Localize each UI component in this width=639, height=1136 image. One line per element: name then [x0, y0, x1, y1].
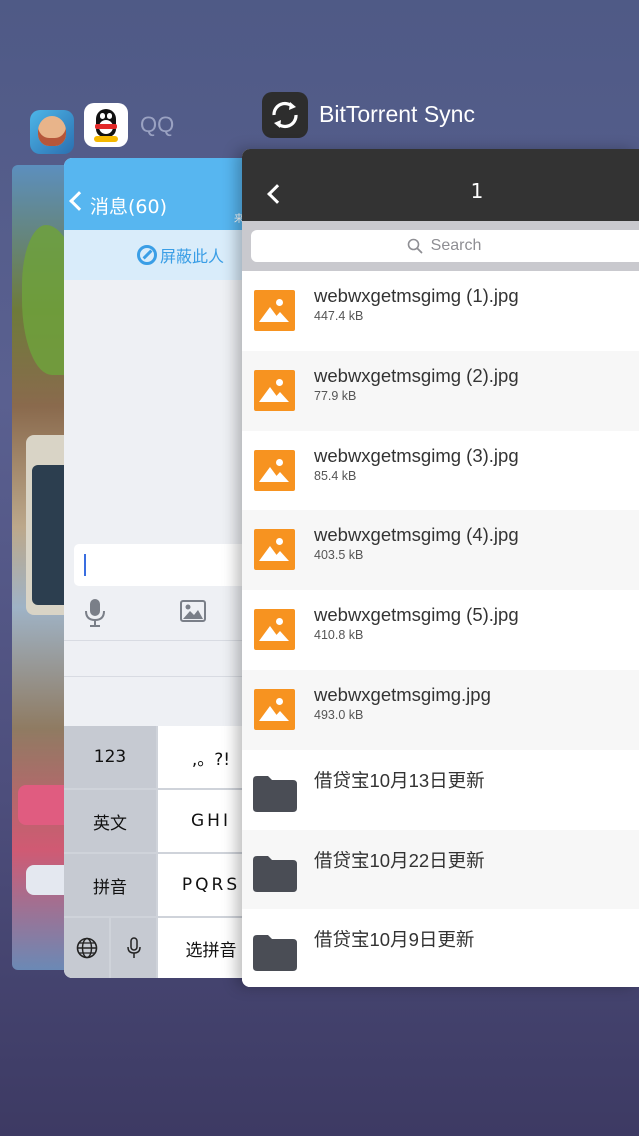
file-size: 403.5 kB [314, 548, 364, 563]
file-size: 447.4 kB [314, 309, 364, 323]
globe-key[interactable] [64, 918, 109, 978]
file-size: 410.8 kB [314, 628, 364, 643]
qq-block-banner[interactable]: 屏蔽此人 [64, 230, 264, 280]
file-name: webwxgetmsgimg (1).jpg [314, 285, 519, 306]
file-size: 77.9 kB [314, 388, 357, 403]
bt-file-list: webwxgetmsgimg (1).jpg 447.4 kB webwxgetms… [242, 271, 639, 987]
file-name: webwxgetmsgimg (3).jpg [314, 444, 519, 466]
bt-folder-title: 1 [470, 179, 484, 203]
folder-icon [253, 935, 297, 972]
sync-arrows-icon [272, 101, 298, 129]
image-file-icon [254, 688, 295, 730]
file-name: webwxgetmsgimg (4).jpg [314, 524, 519, 546]
file-size: 85.4 kB [314, 468, 357, 483]
back-chevron-icon[interactable] [69, 191, 89, 211]
text-caret [84, 554, 86, 576]
qq-message-input[interactable] [74, 544, 264, 586]
file-row[interactable]: webwxgetmsgimg (1).jpg 447.4 kB [242, 271, 639, 351]
game-app-icon[interactable] [30, 110, 74, 154]
qq-header-title[interactable]: 消息(60) [90, 192, 167, 219]
file-name: 借贷宝10月22日更新 [314, 849, 485, 871]
bittorrent-sync-icon[interactable] [262, 92, 308, 138]
file-row[interactable]: webwxgetmsgimg (5).jpg 410.8 kB [242, 590, 639, 670]
divider [64, 676, 264, 677]
microphone-icon [126, 937, 141, 958]
file-row[interactable]: webwxgetmsgimg.jpg 493.0 kB [242, 669, 639, 750]
dictation-key[interactable] [111, 918, 156, 978]
image-file-icon [254, 290, 295, 331]
key-english[interactable]: 英文 [64, 790, 156, 852]
image-file-icon [254, 609, 295, 651]
folder-icon [253, 775, 297, 812]
key-123[interactable]: 123 [64, 726, 156, 788]
bittorrent-sync-app-card[interactable]: 1 Search webwxgetmsgimg (1).jpg 447.4 kB w… [242, 149, 639, 987]
file-name: webwxgetmsgimg (5).jpg [314, 604, 519, 626]
image-icon[interactable] [180, 600, 206, 622]
file-row[interactable]: webwxgetmsgimg (2).jpg 77.9 kB [242, 350, 639, 431]
key-pinyin[interactable]: 拼音 [64, 854, 156, 916]
folder-icon [253, 855, 297, 892]
image-file-icon [254, 369, 295, 411]
search-placeholder: Search [430, 237, 482, 254]
qq-block-label: 屏蔽此人 [160, 247, 225, 266]
image-file-icon [254, 529, 295, 571]
folder-row[interactable]: 借贷宝10月9日更新 [242, 909, 639, 987]
bt-navigation-bar: 1 [242, 149, 639, 221]
search-input[interactable]: Search [251, 230, 639, 262]
file-name: webwxgetmsgimg (2).jpg [314, 364, 519, 386]
qq-header: 消息(60) 来 [64, 158, 264, 230]
file-name: 借贷宝10月13日更新 [314, 769, 485, 791]
file-size: 493.0 kB [314, 707, 364, 722]
file-row[interactable]: webwxgetmsgimg (3).jpg 85.4 kB [242, 430, 639, 511]
image-file-icon [254, 449, 295, 491]
folder-row[interactable]: 借贷宝10月22日更新 [242, 829, 639, 910]
bittorrent-sync-app-label: BitTorrent Sync [319, 101, 475, 127]
bt-search-bar: Search [242, 221, 639, 271]
qq-keyboard: 123 ,。?! 英文 GHI 拼音 PQRS 选拼音 [64, 726, 264, 978]
file-name: webwxgetmsgimg.jpg [314, 683, 491, 705]
block-icon [137, 245, 157, 265]
microphone-icon[interactable] [84, 598, 106, 628]
globe-icon [76, 937, 97, 959]
qq-app-card[interactable]: 消息(60) 来 屏蔽此人 123 ,。?! 英文 GHI 拼音 PQRS 选拼… [64, 158, 264, 978]
search-icon [407, 238, 423, 254]
qq-app-label: QQ [140, 112, 175, 137]
folder-row[interactable]: 借贷宝10月13日更新 [242, 749, 639, 830]
qq-chat-area [64, 280, 264, 538]
file-row[interactable]: webwxgetmsgimg (4).jpg 403.5 kB [242, 510, 639, 591]
divider [64, 640, 264, 641]
file-name: 借贷宝10月9日更新 [314, 929, 475, 951]
qq-penguin-icon[interactable] [84, 103, 128, 147]
